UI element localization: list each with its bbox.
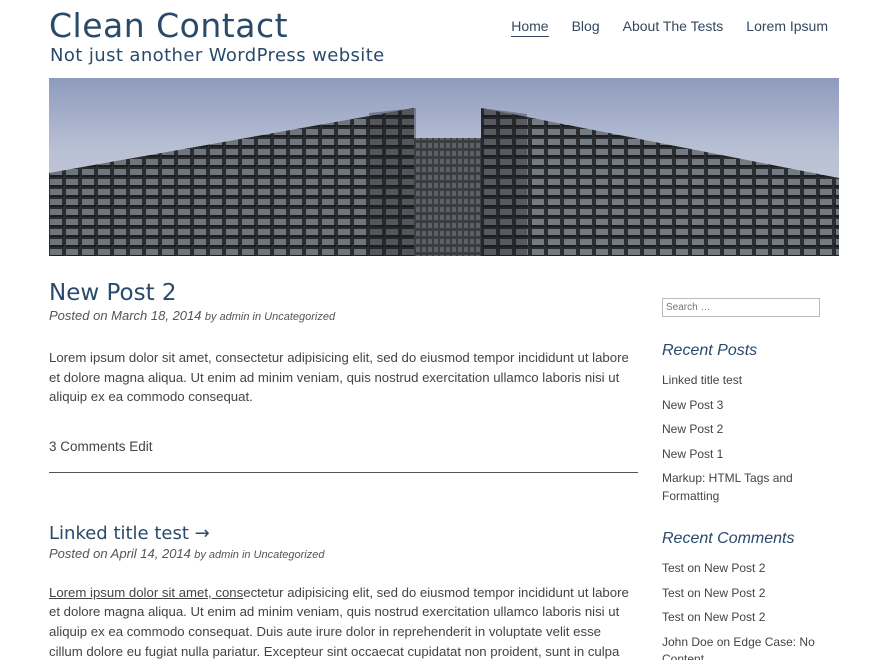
post-excerpt: Lorem ipsum dolor sit amet, consectetur …: [49, 583, 638, 660]
list-item[interactable]: Linked title test: [662, 372, 840, 390]
recent-post-link[interactable]: New Post 2: [662, 422, 723, 436]
recent-post-link[interactable]: Markup: HTML Tags and Formatting: [662, 471, 793, 503]
post-linked-title-test: Linked title test → Posted on April 14, …: [49, 523, 638, 660]
posted-on-date[interactable]: Posted on April 14, 2014: [49, 546, 191, 561]
main-navigation: Home Blog About The Tests Lorem Ipsum: [511, 18, 828, 37]
list-item[interactable]: John Doe on Edge Case: No Content: [662, 634, 840, 660]
site-description: Not just another WordPress website: [50, 45, 385, 66]
recent-post-link[interactable]: New Post 1: [662, 447, 723, 461]
post-meta: Posted on April 14, 2014 by admin in Unc…: [49, 546, 638, 561]
post-title[interactable]: New Post 2: [49, 280, 638, 306]
list-item[interactable]: New Post 1: [662, 446, 840, 464]
comments-link[interactable]: 3 Comments: [49, 439, 126, 454]
posted-on-date[interactable]: Posted on March 18, 2014: [49, 308, 202, 323]
excerpt-link[interactable]: Lorem ipsum dolor sit amet, cons: [49, 585, 243, 600]
list-item[interactable]: Markup: HTML Tags and Formatting: [662, 470, 840, 505]
sidebar: Recent Posts Linked title test New Post …: [662, 297, 840, 660]
post-meta: Posted on March 18, 2014 by admin in Unc…: [49, 308, 638, 323]
recent-comment-link[interactable]: John Doe on Edge Case: No Content: [662, 635, 815, 660]
recent-comments-title: Recent Comments: [662, 530, 795, 547]
recent-posts-title: Recent Posts: [662, 342, 758, 359]
search-input[interactable]: [662, 298, 820, 317]
skyscraper-illustration: [49, 108, 839, 256]
list-item[interactable]: Test on New Post 2: [662, 560, 840, 578]
list-item[interactable]: New Post 3: [662, 397, 840, 415]
post-new-post-2: New Post 2 Posted on March 18, 2014 by a…: [49, 280, 638, 473]
recent-comments-list: Test on New Post 2 Test on New Post 2 Te…: [662, 560, 840, 660]
post-excerpt: Lorem ipsum dolor sit amet, consectetur …: [49, 350, 629, 405]
list-item[interactable]: New Post 2: [662, 421, 840, 439]
edit-link[interactable]: Edit: [129, 439, 152, 454]
nav-item-blog[interactable]: Blog: [572, 18, 600, 37]
recent-comment-link[interactable]: Test on New Post 2: [662, 561, 765, 575]
nav-item-home[interactable]: Home: [511, 18, 549, 37]
recent-post-link[interactable]: New Post 3: [662, 398, 723, 412]
post-divider: [49, 471, 638, 473]
list-item[interactable]: Test on New Post 2: [662, 609, 840, 627]
recent-post-link[interactable]: Linked title test: [662, 373, 742, 387]
recent-comment-link[interactable]: Test on New Post 2: [662, 610, 765, 624]
nav-item-about-the-tests[interactable]: About The Tests: [623, 18, 724, 37]
nav-item-lorem-ipsum[interactable]: Lorem Ipsum: [746, 18, 828, 37]
site-title[interactable]: Clean Contact: [49, 6, 288, 45]
post-author-category[interactable]: by admin in Uncategorized: [194, 549, 324, 561]
post-title[interactable]: Linked title test →: [49, 523, 638, 544]
recent-posts-list: Linked title test New Post 3 New Post 2 …: [662, 372, 840, 505]
main-content: New Post 2 Posted on March 18, 2014 by a…: [49, 280, 638, 660]
list-item[interactable]: Test on New Post 2: [662, 585, 840, 603]
post-author-category[interactable]: by admin in Uncategorized: [205, 311, 335, 323]
header-banner-image: [49, 78, 839, 256]
post-footer: 3 Comments Edit: [49, 439, 638, 454]
recent-comment-link[interactable]: Test on New Post 2: [662, 586, 765, 600]
